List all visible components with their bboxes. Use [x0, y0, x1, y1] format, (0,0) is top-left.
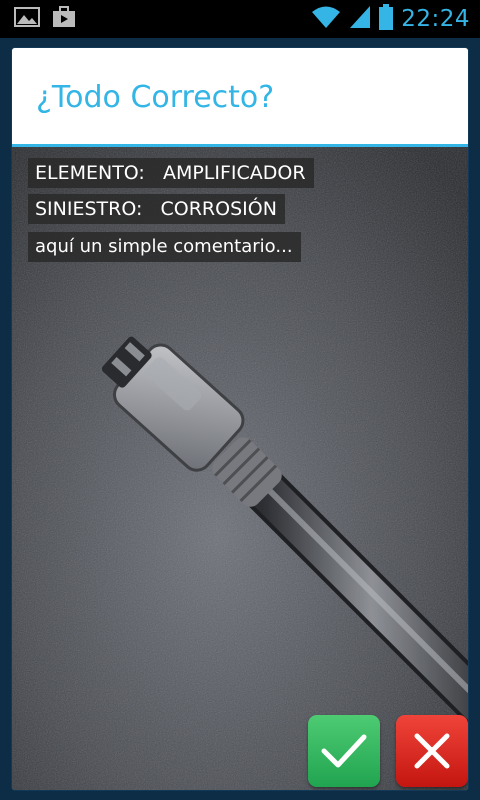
usb-cable-photo: ELEMENTO: AMPLIFICADOR SINIESTRO: CORROS…	[12, 147, 468, 790]
clock: 22:24	[401, 6, 470, 32]
dialog-header: ¿Todo Correcto?	[12, 48, 468, 147]
confirmation-dialog: ¿Todo Correcto? ELEMENTO: AMPLIFICADOR S…	[12, 48, 468, 790]
battery-icon	[379, 4, 394, 34]
comment-label: aquí un simple comentario...	[28, 232, 301, 262]
signal-icon	[349, 5, 371, 33]
incident-label: SINIESTRO: CORROSIÓN	[28, 194, 285, 224]
element-label: ELEMENTO: AMPLIFICADOR	[28, 158, 314, 188]
gallery-icon	[14, 6, 40, 32]
wifi-icon	[311, 5, 341, 33]
status-bar: 22:24	[0, 0, 480, 38]
confirm-button[interactable]	[308, 715, 380, 787]
cancel-button[interactable]	[396, 715, 468, 787]
checkmark-icon	[321, 734, 367, 768]
briefcase-icon	[52, 6, 76, 32]
close-icon	[414, 733, 450, 769]
dialog-title: ¿Todo Correcto?	[36, 80, 275, 115]
